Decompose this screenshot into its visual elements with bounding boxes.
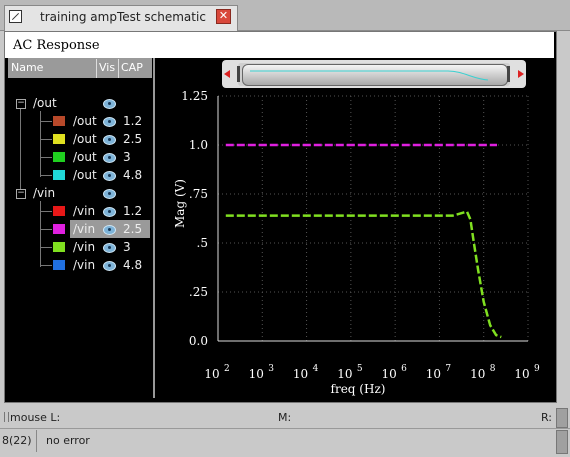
message-scrollbar[interactable] <box>556 430 568 454</box>
column-divider[interactable] <box>96 59 97 78</box>
y-tick-label: 1.0 <box>189 138 208 152</box>
y-tick-label: .5 <box>197 236 208 250</box>
color-swatch <box>53 134 65 144</box>
x-tick-exponent: 8 <box>490 364 496 374</box>
x-tick-label: 10 <box>337 367 352 381</box>
visibility-eye-icon[interactable] <box>103 225 116 235</box>
mouse-right-label: R: <box>541 411 553 424</box>
signal-label-selected[interactable]: /vin <box>73 222 95 236</box>
cap-value: 3 <box>123 150 131 164</box>
cap-value: 3 <box>123 240 131 254</box>
x-tick-exponent: 4 <box>313 364 319 374</box>
tree-branch <box>40 175 52 176</box>
grip-icon <box>4 412 9 422</box>
y-tick-label: 0.0 <box>189 334 208 348</box>
x-tick-label: 10 <box>293 367 308 381</box>
color-swatch <box>53 170 65 180</box>
tree-connector <box>20 108 21 194</box>
x-tick-exponent: 3 <box>268 364 274 374</box>
x-tick-exponent: 7 <box>445 364 451 374</box>
visibility-eye-icon[interactable] <box>103 153 116 163</box>
tree-branch <box>40 265 52 266</box>
visibility-eye-icon[interactable] <box>103 207 116 217</box>
mouse-left-label: mouse L: <box>10 411 61 424</box>
cap-value: 1.2 <box>123 204 143 218</box>
x-tick-label: 10 <box>514 367 529 381</box>
mouse-middle-label: M: <box>278 411 292 424</box>
expander-vin[interactable]: − <box>16 189 26 199</box>
schematic-icon <box>9 10 22 23</box>
y-tick-label: .75 <box>189 187 208 201</box>
status-scrollbar[interactable] <box>556 408 568 428</box>
group-label-out[interactable]: /out <box>33 96 57 110</box>
cap-value: 2.5 <box>123 222 143 236</box>
tree-branch <box>40 229 52 230</box>
x-tick-label: 10 <box>426 367 441 381</box>
tree-branch <box>40 211 52 212</box>
x-tick-label: 10 <box>204 367 219 381</box>
x-tick-exponent: 2 <box>224 364 230 374</box>
column-header-name[interactable]: Name <box>11 59 43 77</box>
x-axis-label: freq (Hz) <box>331 382 386 396</box>
color-swatch <box>53 152 65 162</box>
cap-value: 4.8 <box>123 168 143 182</box>
signal-label[interactable]: /out <box>73 114 97 128</box>
visibility-eye-icon[interactable] <box>103 243 116 253</box>
signal-label[interactable]: /out <box>73 150 97 164</box>
y-tick-label: 1.25 <box>181 89 208 103</box>
tree-branch <box>40 247 52 248</box>
y-tick-label: .25 <box>189 285 208 299</box>
x-tick-exponent: 9 <box>534 364 540 374</box>
expander-out[interactable]: − <box>16 99 26 109</box>
visibility-eye-icon[interactable] <box>103 189 116 199</box>
column-divider[interactable] <box>118 59 119 78</box>
window-title: AC Response <box>13 38 100 53</box>
tree-branch <box>40 121 52 122</box>
visibility-eye-icon[interactable] <box>103 261 116 271</box>
line-number: 8(22) <box>2 434 32 447</box>
cap-value: 2.5 <box>123 132 143 146</box>
signal-label[interactable]: /vin <box>73 204 95 218</box>
x-tick-exponent: 6 <box>401 364 407 374</box>
cap-value: 1.2 <box>123 114 143 128</box>
x-tick-exponent: 5 <box>357 364 363 374</box>
column-header-vis[interactable]: Vis <box>99 59 115 77</box>
tree-branch <box>40 157 52 158</box>
close-icon[interactable]: ✕ <box>216 9 231 24</box>
column-header-cap[interactable]: CAP <box>121 59 143 77</box>
ac-response-chart[interactable]: 0.0.25.5.751.01.2510 2 10 3 10 4 10 5 10 6 10 7 10 8 1… <box>155 58 554 398</box>
visibility-eye-icon[interactable] <box>103 135 116 145</box>
x-tick-label: 10 <box>382 367 397 381</box>
signal-label[interactable]: /out <box>73 132 97 146</box>
signal-label[interactable]: /vin <box>73 240 95 254</box>
group-label-vin[interactable]: /vin <box>33 186 55 200</box>
x-tick-label: 10 <box>249 367 264 381</box>
tab-title[interactable]: training ampTest schematic <box>40 10 206 24</box>
signal-label[interactable]: /vin <box>73 258 95 272</box>
visibility-eye-icon[interactable] <box>103 171 116 181</box>
color-swatch <box>53 224 65 234</box>
status-message: no error <box>46 434 90 447</box>
color-swatch <box>53 242 65 252</box>
signal-label[interactable]: /out <box>73 168 97 182</box>
y-axis-label: Mag (V) <box>173 179 187 228</box>
x-tick-label: 10 <box>470 367 485 381</box>
visibility-eye-icon[interactable] <box>103 99 116 109</box>
divider <box>36 430 37 452</box>
series-line-1 <box>225 210 502 339</box>
tree-branch <box>40 139 52 140</box>
cap-value: 4.8 <box>123 258 143 272</box>
color-swatch <box>53 260 65 270</box>
color-swatch <box>53 206 65 216</box>
visibility-eye-icon[interactable] <box>103 117 116 127</box>
color-swatch <box>53 116 65 126</box>
